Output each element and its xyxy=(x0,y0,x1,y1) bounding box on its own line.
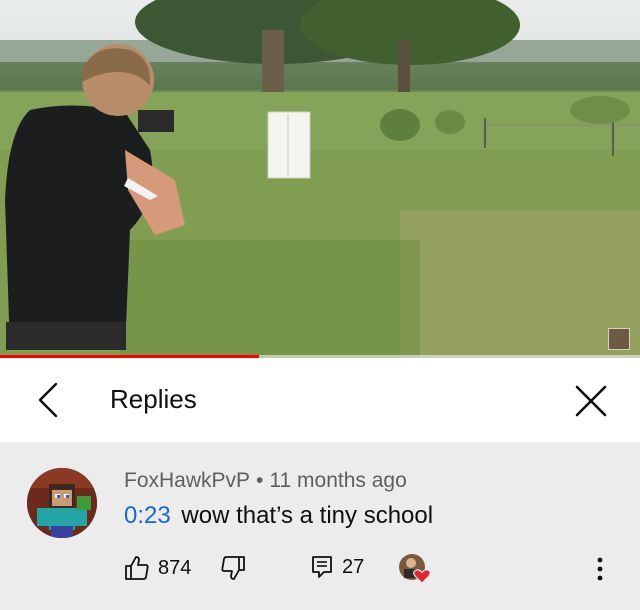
comment-body: 0:23 wow that’s a tiny school xyxy=(124,502,433,530)
timestamp-link[interactable]: 0:23 xyxy=(124,502,171,529)
page-title: Replies xyxy=(110,384,197,414)
avatar[interactable] xyxy=(27,468,97,538)
comment-actions: 874 27 xyxy=(124,553,624,585)
comment-meta: FoxHawkPvP • 11 months ago xyxy=(124,469,407,493)
close-button[interactable] xyxy=(570,380,612,422)
more-vertical-icon xyxy=(597,557,603,581)
back-button[interactable] xyxy=(30,380,66,420)
close-icon xyxy=(575,385,607,417)
dislike-button[interactable] xyxy=(220,555,246,581)
replies-button[interactable]: 27 xyxy=(310,555,364,579)
creator-heart-badge xyxy=(398,553,432,585)
like-button[interactable]: 874 xyxy=(124,555,191,581)
meta-separator: • xyxy=(256,469,264,492)
reply-count: 27 xyxy=(342,555,365,578)
replies-header: Replies xyxy=(0,358,640,442)
thumbs-down-icon xyxy=(221,556,245,580)
comment-text: wow that’s a tiny school xyxy=(181,502,434,529)
reply-icon xyxy=(312,556,332,578)
channel-watermark[interactable] xyxy=(608,328,630,350)
minecraft-avatar-icon xyxy=(27,468,97,538)
more-options-button[interactable] xyxy=(596,557,604,581)
like-count: 874 xyxy=(158,556,192,579)
comment-item: FoxHawkPvP • 11 months ago 0:23 wow that’s… xyxy=(0,442,640,610)
comment-author[interactable]: FoxHawkPvP xyxy=(124,469,250,492)
video-frame xyxy=(0,0,640,358)
video-player[interactable] xyxy=(0,0,640,358)
comment-age: 11 months ago xyxy=(269,469,407,492)
chevron-left-icon xyxy=(38,382,58,418)
thumbs-up-icon xyxy=(125,556,149,580)
creator-heart-icon xyxy=(399,554,431,584)
